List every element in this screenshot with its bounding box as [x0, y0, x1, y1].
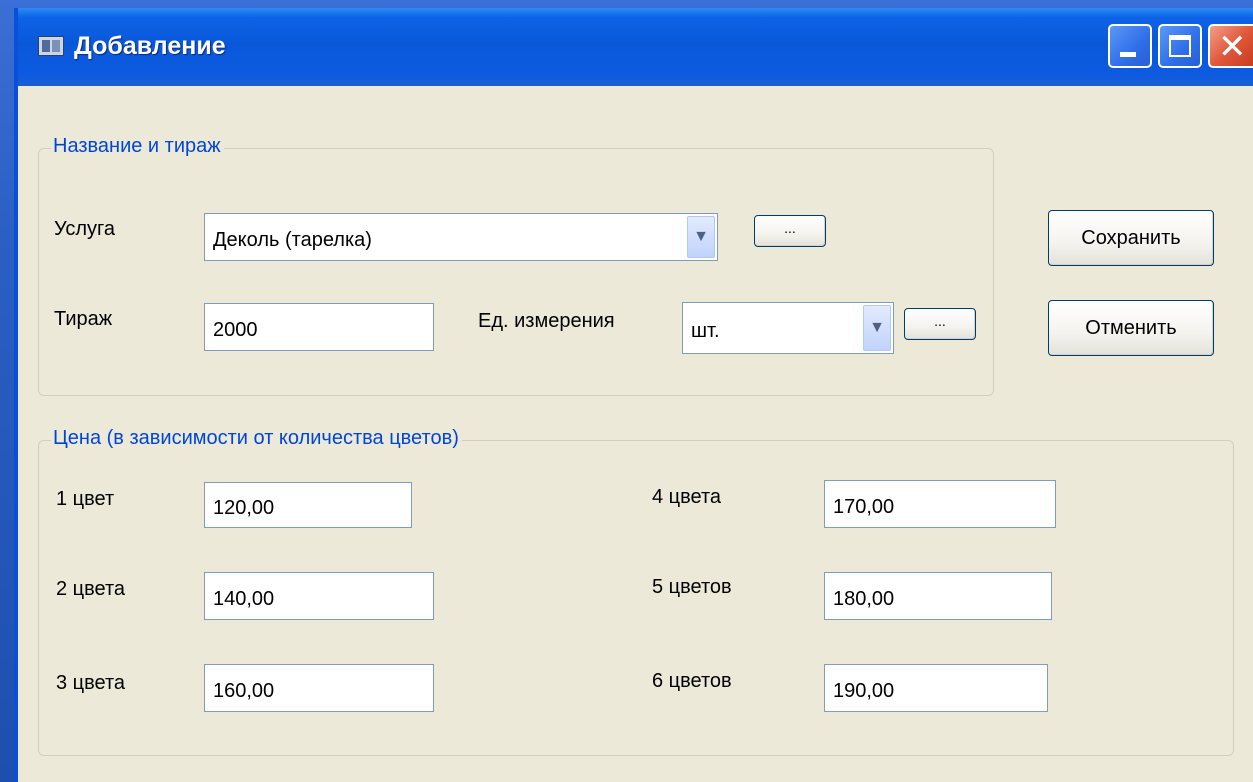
price-label-3: 3 цвета: [56, 672, 126, 694]
price-label-4: 4 цвета: [652, 486, 722, 508]
maximize-button[interactable]: [1158, 24, 1202, 68]
service-browse-button[interactable]: ...: [754, 215, 826, 247]
cancel-button[interactable]: Отменить: [1048, 300, 1214, 356]
unit-label: Ед. измерения: [478, 310, 615, 332]
minimize-button[interactable]: [1108, 24, 1152, 68]
service-select-value: Деколь (тарелка): [213, 229, 372, 251]
price-input-2[interactable]: 140,00: [204, 572, 434, 620]
price-input-4[interactable]: 170,00: [824, 480, 1056, 528]
price-label-1: 1 цвет: [56, 488, 115, 510]
price-legend: Цена (в зависимости от количества цветов…: [51, 427, 462, 450]
maximize-icon: [1169, 35, 1191, 57]
price-label-6: 6 цветов: [652, 670, 732, 692]
service-label: Услуга: [54, 218, 116, 240]
price-input-5[interactable]: 180,00: [824, 572, 1052, 620]
name-and-run-groupbox: Название и тираж: [38, 135, 994, 396]
minimize-icon: [1120, 52, 1136, 57]
price-input-3[interactable]: 160,00: [204, 664, 434, 712]
title-bar[interactable]: Добавление ✕: [18, 8, 1253, 86]
price-input-6-value: 190,00: [833, 680, 895, 702]
price-input-4-value: 170,00: [833, 496, 895, 518]
save-button[interactable]: Сохранить: [1048, 210, 1214, 266]
price-input-1[interactable]: 120,00: [204, 482, 412, 528]
name-and-run-legend: Название и тираж: [51, 135, 224, 158]
service-select[interactable]: Деколь (тарелка) ▼: [204, 213, 718, 261]
price-input-1-value: 120,00: [213, 497, 275, 519]
run-input[interactable]: 2000: [204, 303, 434, 351]
unit-browse-button[interactable]: ...: [904, 308, 976, 340]
price-label-2: 2 цвета: [56, 578, 126, 600]
unit-select-value: шт.: [691, 320, 720, 342]
unit-select[interactable]: шт. ▼: [682, 302, 894, 354]
price-input-5-value: 180,00: [833, 588, 895, 610]
price-input-2-value: 140,00: [213, 588, 275, 610]
unit-dropdown-button[interactable]: ▼: [863, 305, 891, 351]
service-dropdown-button[interactable]: ▼: [687, 216, 715, 258]
window-form-icon[interactable]: [38, 36, 64, 56]
price-input-3-value: 160,00: [213, 680, 275, 702]
chevron-down-icon: ▼: [693, 228, 709, 245]
chevron-down-icon: ▼: [869, 319, 885, 336]
close-button[interactable]: ✕: [1208, 24, 1253, 68]
run-input-value: 2000: [213, 319, 258, 341]
window-title: Добавление: [74, 32, 226, 60]
run-label: Тираж: [54, 308, 113, 330]
price-label-5: 5 цветов: [652, 576, 732, 598]
add-dialog-window: Добавление ✕ Название и тираж Услуга Дек…: [14, 8, 1253, 782]
price-input-6[interactable]: 190,00: [824, 664, 1048, 712]
close-icon: ✕: [1218, 28, 1247, 66]
